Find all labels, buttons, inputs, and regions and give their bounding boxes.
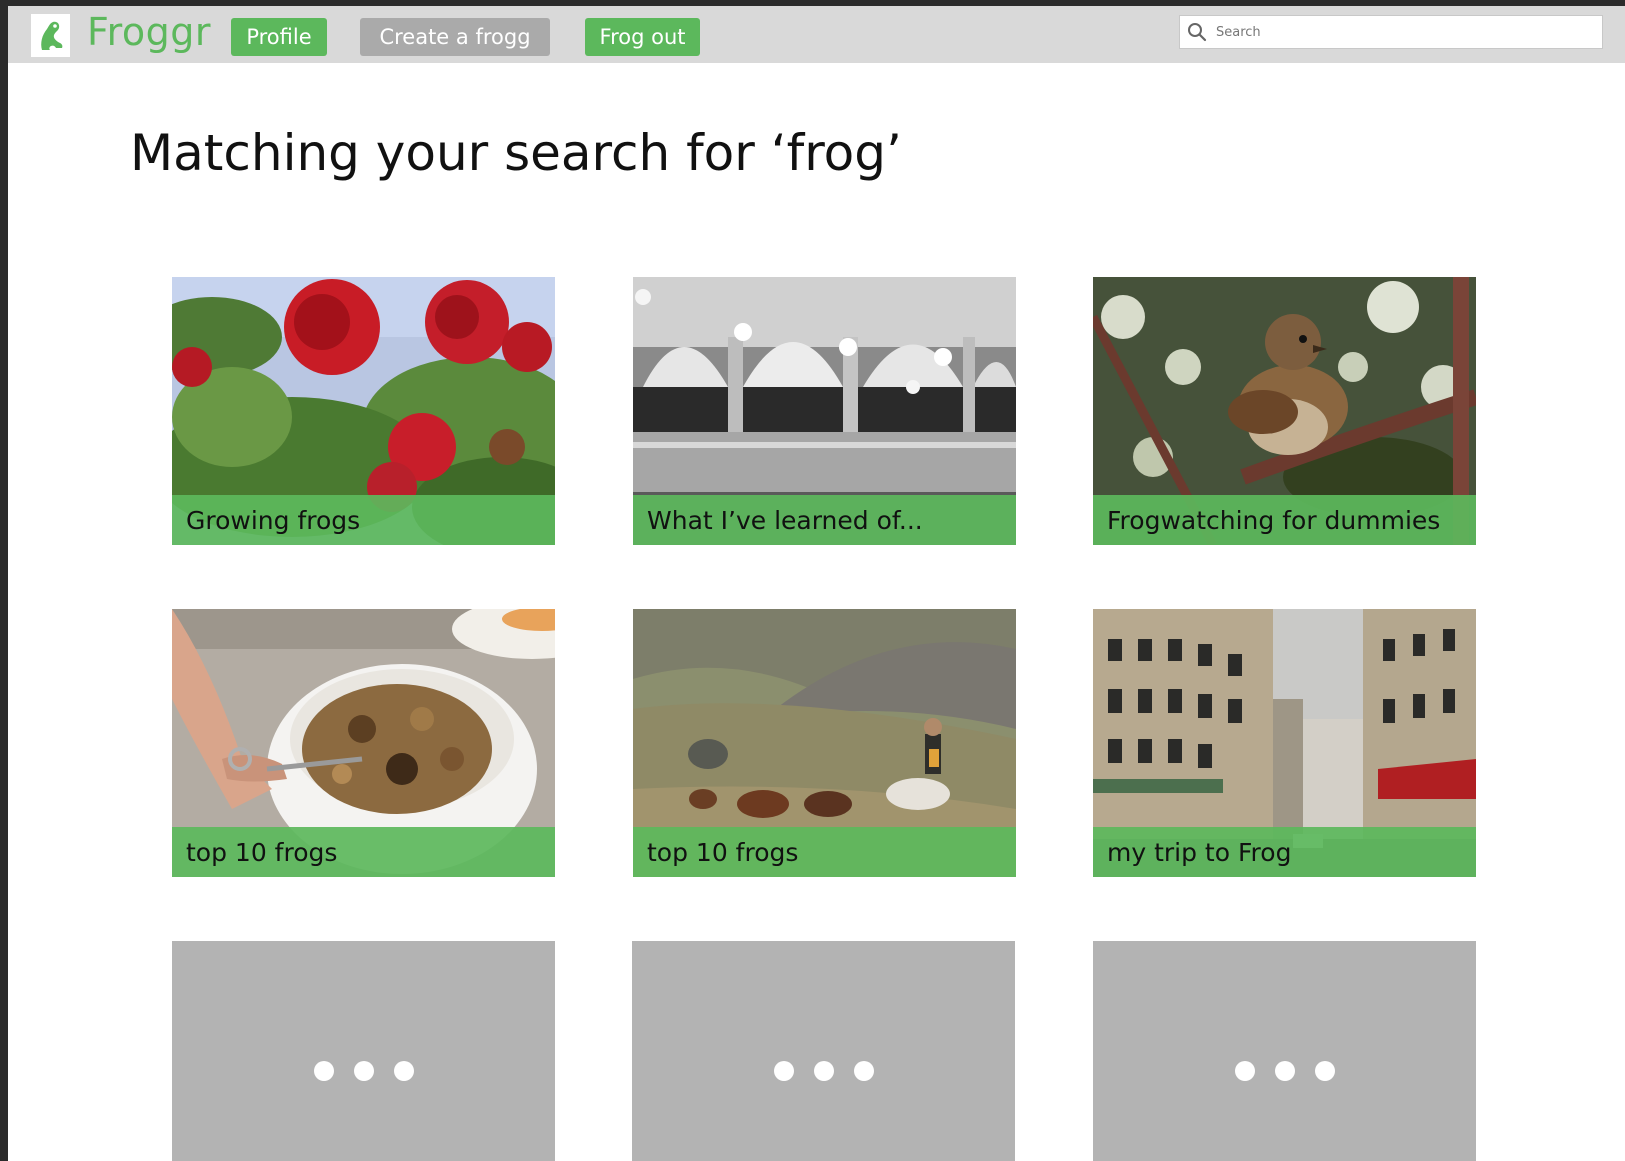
loading-dot — [853, 1061, 874, 1081]
create-frogg-button[interactable]: Create a frogg — [360, 18, 550, 56]
loading-card — [632, 941, 1015, 1161]
result-card[interactable]: top 10 frogs — [633, 609, 1016, 877]
loading-card — [1093, 941, 1476, 1161]
result-card[interactable]: Frogwatching for dummies — [1093, 277, 1476, 545]
search-input[interactable] — [1214, 23, 1588, 41]
loading-dot — [353, 1061, 374, 1081]
loading-dot — [813, 1061, 834, 1081]
result-title[interactable]: Frogwatching for dummies — [1093, 495, 1476, 545]
frog-out-button[interactable]: Frog out — [585, 18, 700, 56]
loading-dot — [1234, 1061, 1255, 1081]
loading-dot — [1274, 1061, 1295, 1081]
result-title[interactable]: top 10 frogs — [633, 827, 1016, 877]
profile-button[interactable]: Profile — [231, 18, 327, 56]
result-title[interactable]: top 10 frogs — [172, 827, 555, 877]
loading-card — [172, 941, 555, 1161]
result-card[interactable]: Growing frogs — [172, 277, 555, 545]
frog-logo-icon[interactable] — [31, 14, 70, 57]
loading-dot — [773, 1061, 794, 1081]
loading-dot — [313, 1061, 334, 1081]
result-title[interactable]: my trip to Frog — [1093, 827, 1476, 877]
result-title[interactable]: Growing frogs — [172, 495, 555, 545]
result-title[interactable]: What I’ve learned of... — [633, 495, 1016, 545]
brand-name[interactable]: Froggr — [87, 10, 211, 54]
result-card[interactable]: my trip to Frog — [1093, 609, 1476, 877]
search-bar[interactable] — [1179, 15, 1603, 49]
page-title: Matching your search for ‘frog’ — [130, 124, 902, 182]
top-navigation-bar: Froggr Profile Create a frogg Frog out — [8, 6, 1625, 63]
result-card[interactable]: top 10 frogs — [172, 609, 555, 877]
result-card[interactable]: What I’ve learned of... — [633, 277, 1016, 545]
app-window: Froggr Profile Create a frogg Frog out M… — [8, 6, 1625, 1161]
loading-dot — [1314, 1061, 1335, 1081]
search-icon — [1186, 21, 1208, 43]
loading-dot — [393, 1061, 414, 1081]
